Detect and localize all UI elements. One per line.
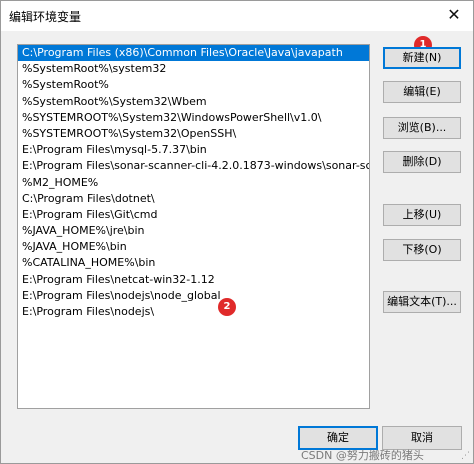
annotation-badge-2: 2 bbox=[218, 298, 236, 316]
path-list-item[interactable]: C:\Program Files\dotnet\ bbox=[18, 191, 369, 207]
path-list-item[interactable]: %JAVA_HOME%\bin bbox=[18, 239, 369, 255]
new-button[interactable]: 新建(N) bbox=[383, 47, 461, 69]
path-list-item[interactable]: %SystemRoot% bbox=[18, 77, 369, 93]
path-list-item[interactable]: E:\Program Files\netcat-win32-1.12 bbox=[18, 272, 369, 288]
path-list-item[interactable]: E:\Program Files\sonar-scanner-cli-4.2.0… bbox=[18, 158, 369, 174]
path-list-item[interactable]: %CATALINA_HOME%\bin bbox=[18, 255, 369, 271]
path-list-item[interactable]: E:\Program Files\nodejs\node_global bbox=[18, 288, 369, 304]
path-list-item[interactable]: C:\Program Files (x86)\Common Files\Orac… bbox=[18, 45, 369, 62]
path-list-item[interactable]: %SYSTEMROOT%\System32\WindowsPowerShell\… bbox=[18, 110, 369, 126]
move-up-button[interactable]: 上移(U) bbox=[383, 204, 461, 226]
title-bar: 编辑环境变量 ✕ bbox=[1, 1, 473, 31]
path-list-item[interactable]: %M2_HOME% bbox=[18, 175, 369, 191]
path-list-item[interactable]: E:\Program Files\mysql-5.7.37\bin bbox=[18, 142, 369, 158]
path-list-item[interactable]: %SystemRoot%\System32\Wbem bbox=[18, 94, 369, 110]
path-list-item[interactable]: E:\Program Files\nodejs\ bbox=[18, 304, 369, 320]
resize-grip-icon[interactable]: ⋰ bbox=[461, 451, 471, 461]
path-list-item[interactable]: %JAVA_HOME%\jre\bin bbox=[18, 223, 369, 239]
path-list-item[interactable]: %SystemRoot%\system32 bbox=[18, 61, 369, 77]
move-down-button[interactable]: 下移(O) bbox=[383, 239, 461, 261]
watermark-text: CSDN @努力搬砖的猪头 bbox=[301, 449, 424, 462]
edit-env-dialog: 编辑环境变量 ✕ C:\Program Files (x86)\Common F… bbox=[0, 0, 474, 464]
path-list[interactable]: C:\Program Files (x86)\Common Files\Orac… bbox=[17, 44, 370, 409]
window-title: 编辑环境变量 bbox=[9, 10, 82, 24]
delete-button[interactable]: 删除(D) bbox=[383, 151, 461, 173]
close-icon[interactable]: ✕ bbox=[443, 4, 465, 26]
path-list-item[interactable]: %SYSTEMROOT%\System32\OpenSSH\ bbox=[18, 126, 369, 142]
path-list-item[interactable]: E:\Program Files\Git\cmd bbox=[18, 207, 369, 223]
edit-button[interactable]: 编辑(E) bbox=[383, 81, 461, 103]
browse-button[interactable]: 浏览(B)... bbox=[383, 117, 461, 139]
edit-text-button[interactable]: 编辑文本(T)... bbox=[383, 291, 461, 313]
